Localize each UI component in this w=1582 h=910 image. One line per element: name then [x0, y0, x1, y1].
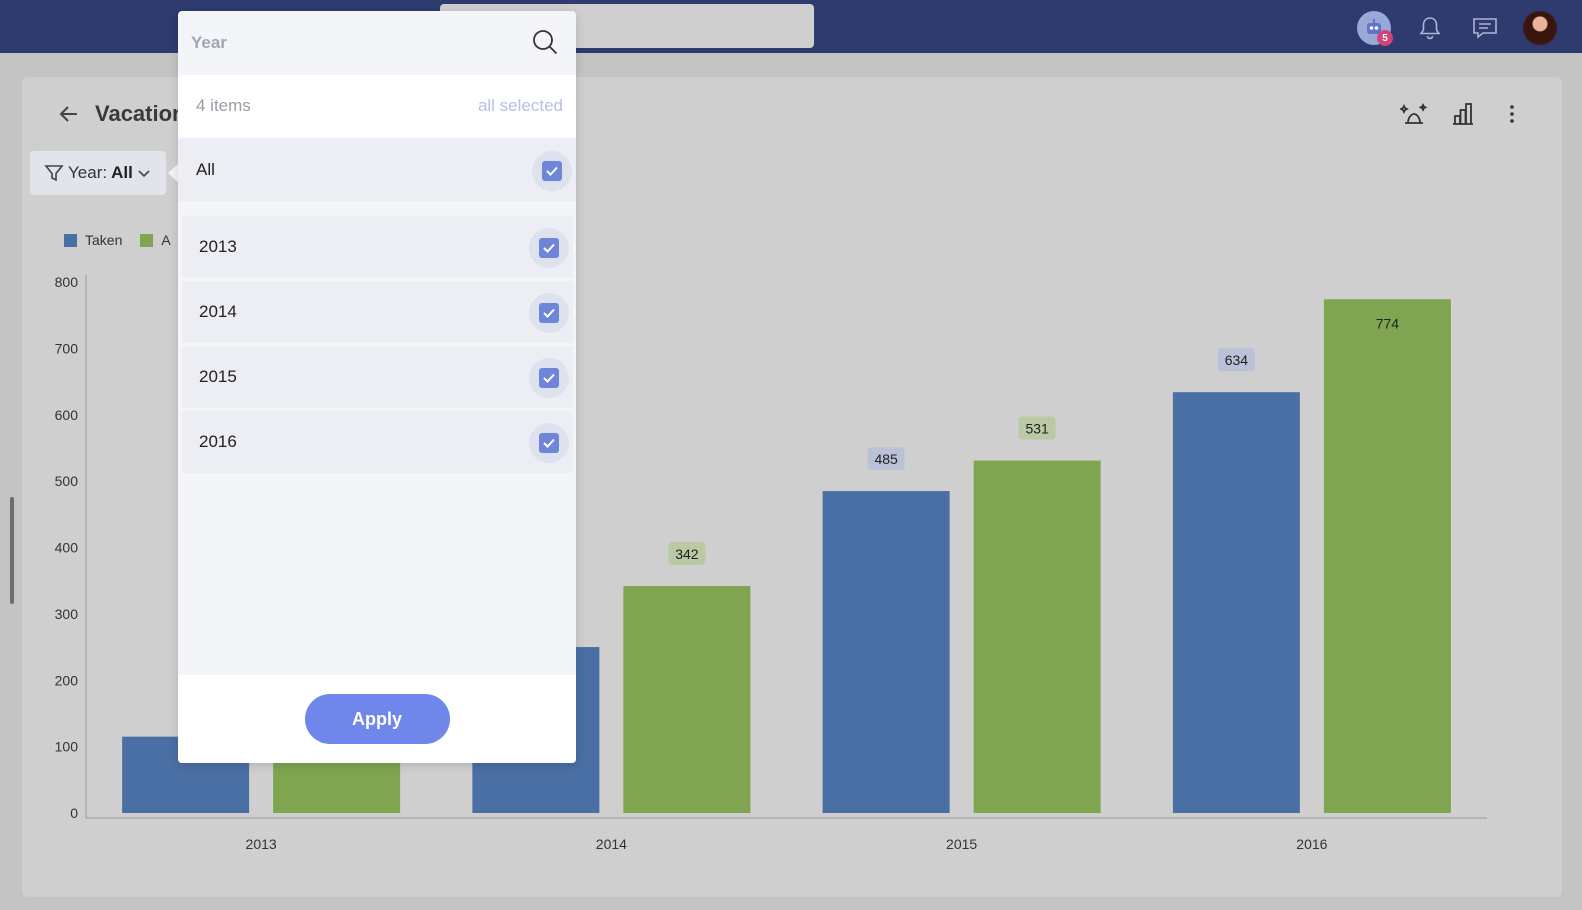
- checkmark-icon: [543, 308, 555, 318]
- search-icon[interactable]: [530, 27, 560, 57]
- bar-taken-2016: [1172, 392, 1300, 813]
- year-filter-dropdown: 4 items all selected All 2013 2014 2015: [178, 11, 576, 763]
- y-tick-label: 500: [55, 473, 79, 489]
- dropdown-footer: Apply: [178, 675, 576, 763]
- year-option-label: 2016: [199, 432, 237, 451]
- bot-avatar-icon[interactable]: 5: [1357, 11, 1393, 46]
- page-scrollbar[interactable]: [10, 497, 14, 604]
- year-option-row[interactable]: 2014: [182, 281, 573, 343]
- dropdown-search-bar: [178, 11, 576, 75]
- x-tick-label: 2014: [596, 836, 627, 852]
- year-option-checkbox[interactable]: [529, 423, 569, 463]
- year-option-row[interactable]: 2013: [182, 216, 573, 278]
- apply-button[interactable]: Apply: [304, 694, 450, 744]
- checkmark-icon: [543, 373, 555, 383]
- data-label: 485: [874, 451, 898, 467]
- chat-icon[interactable]: [1468, 11, 1502, 45]
- y-tick-label: 200: [55, 672, 79, 688]
- bell-icon[interactable]: [1413, 11, 1447, 45]
- data-label: 634: [1225, 352, 1249, 368]
- dropdown-summary-row: 4 items all selected: [178, 75, 576, 137]
- y-tick-label: 800: [55, 274, 79, 290]
- item-count-text: 4 items: [196, 96, 251, 115]
- x-tick-label: 2013: [246, 836, 277, 852]
- select-all-row[interactable]: All: [178, 139, 576, 201]
- bar-taken-2015: [822, 491, 950, 813]
- y-tick-label: 600: [55, 407, 79, 423]
- checkmark-icon: [543, 243, 555, 253]
- year-option-checkbox[interactable]: [529, 293, 569, 333]
- year-search-input[interactable]: [191, 33, 511, 53]
- checkmark-icon: [543, 438, 555, 448]
- year-option-label: 2015: [199, 367, 237, 386]
- notification-count-badge: 5: [1377, 30, 1393, 46]
- data-label: 531: [1025, 421, 1049, 437]
- bar-second-2014: [623, 585, 751, 813]
- year-option-row[interactable]: 2016: [182, 411, 573, 473]
- checkmark-icon: [546, 166, 558, 176]
- select-all-checkbox[interactable]: [532, 151, 572, 191]
- year-option-label: 2014: [199, 302, 237, 321]
- year-option-checkbox[interactable]: [529, 228, 569, 268]
- y-tick-label: 700: [55, 340, 79, 356]
- data-label: 774: [1376, 315, 1400, 331]
- y-tick-label: 400: [55, 540, 79, 556]
- year-option-row[interactable]: 2015: [182, 346, 573, 408]
- y-tick-label: 300: [55, 606, 79, 622]
- bar-second-2016: [1323, 299, 1451, 813]
- data-label: 342: [675, 546, 699, 562]
- y-tick-label: 100: [55, 739, 79, 755]
- x-tick-label: 2015: [946, 836, 977, 852]
- user-avatar[interactable]: [1523, 11, 1557, 45]
- x-tick-label: 2016: [1296, 836, 1327, 852]
- select-all-label: All: [196, 160, 215, 179]
- bar-second-2015: [973, 460, 1101, 813]
- year-option-label: 2013: [199, 237, 237, 256]
- year-option-checkbox[interactable]: [529, 358, 569, 398]
- y-tick-label: 0: [70, 805, 78, 821]
- all-selected-link[interactable]: all selected: [478, 96, 563, 116]
